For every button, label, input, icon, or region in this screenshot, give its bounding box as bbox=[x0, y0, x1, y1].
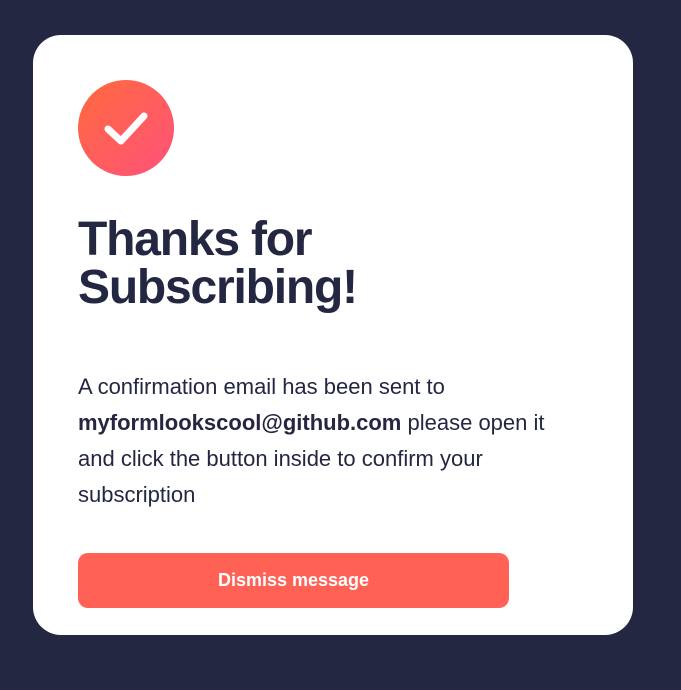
checkmark-icon bbox=[104, 112, 148, 145]
dismiss-button[interactable]: Dismiss message bbox=[78, 553, 509, 608]
email-address: myformlookscool@github.com bbox=[78, 410, 402, 435]
page-title: Thanks for Subscribing! bbox=[78, 213, 358, 314]
success-badge bbox=[78, 80, 174, 176]
success-card: Thanks for Subscribing! A confirmation e… bbox=[33, 35, 633, 635]
confirmation-message: A confirmation email has been sent to my… bbox=[78, 369, 578, 513]
message-before-email: A confirmation email has been sent to bbox=[78, 374, 445, 399]
